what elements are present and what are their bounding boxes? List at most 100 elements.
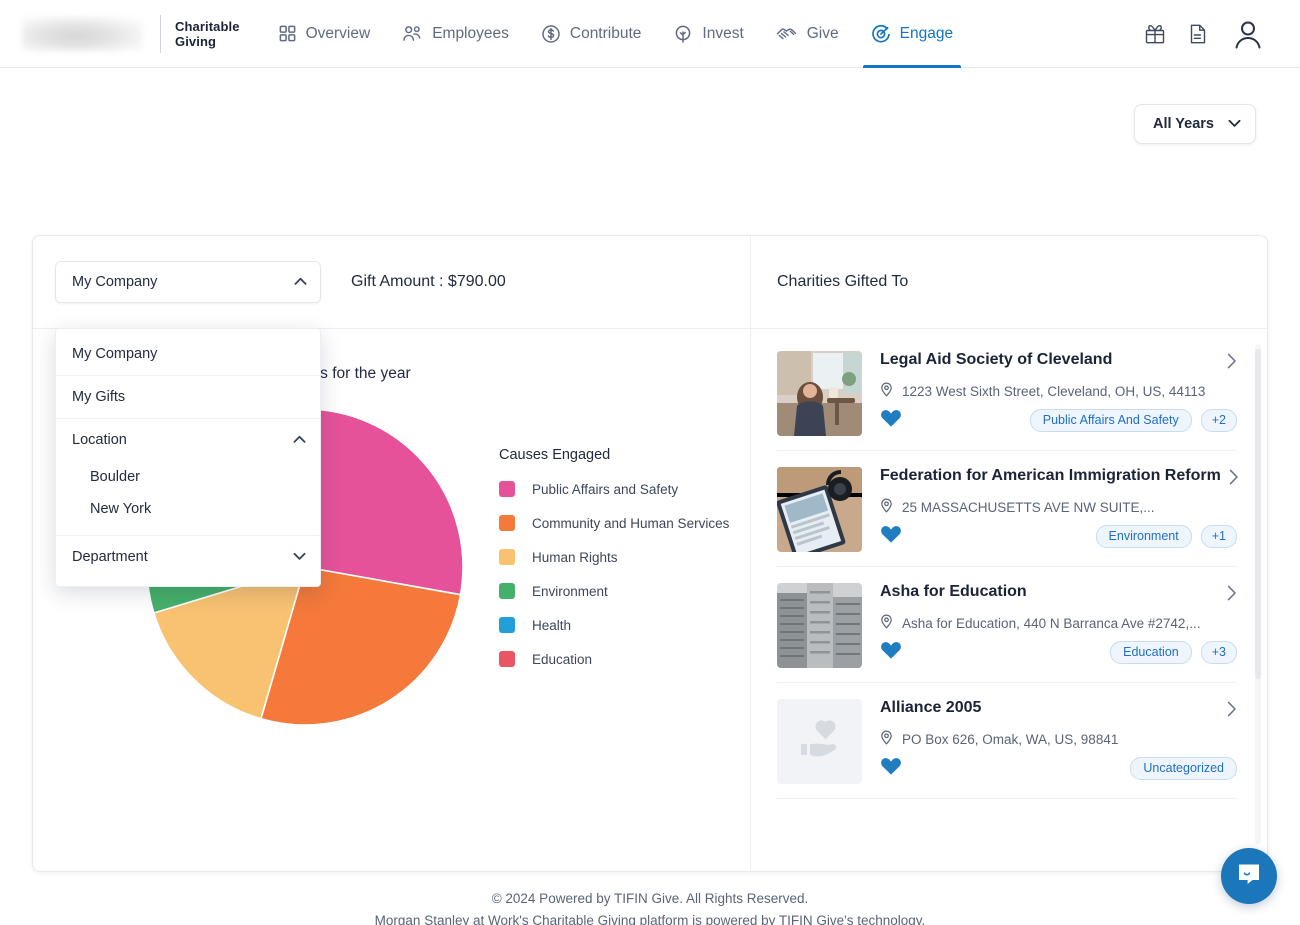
charity-tag-more[interactable]: +2 xyxy=(1200,409,1237,432)
document-icon[interactable] xyxy=(1188,23,1208,45)
charity-list-item[interactable]: Asha for Education Asha for Education, 4… xyxy=(777,583,1237,683)
legend-swatch xyxy=(499,549,515,565)
legend-item: Human Rights xyxy=(499,549,729,565)
legend-swatch xyxy=(499,617,515,633)
charity-tag-more[interactable]: +3 xyxy=(1200,641,1237,664)
charity-address: 1223 West Sixth Street, Cleveland, OH, U… xyxy=(902,383,1206,399)
charity-address: PO Box 626, Omak, WA, US, 98841 xyxy=(902,731,1119,747)
page-body: All Years My Company Gift Amount: $790.… xyxy=(0,68,1300,925)
legend-item: Environment xyxy=(499,583,729,599)
chat-bubble-icon xyxy=(1235,860,1263,893)
handshake-icon xyxy=(776,25,798,43)
charities-scroll-area[interactable]: Legal Aid Society of Cleveland 1223 West… xyxy=(751,329,1267,871)
chevron-right-icon[interactable] xyxy=(1227,583,1237,606)
charity-tags: Uncategorized xyxy=(1130,757,1237,780)
scope-filter-value: My Company xyxy=(72,274,158,290)
charity-list-item[interactable]: Alliance 2005 PO Box 626, Omak, WA, US, … xyxy=(777,699,1237,799)
scope-filter-select[interactable]: My Company xyxy=(55,261,321,303)
charity-thumbnail-placeholder xyxy=(777,699,862,784)
menu-item-my-gifts[interactable]: My Gifts xyxy=(56,376,320,419)
legend-swatch xyxy=(499,583,515,599)
gift-icon[interactable] xyxy=(1144,23,1166,45)
gift-amount-label: Gift Amount : $790.00 xyxy=(351,273,506,290)
scrollbar-thumb[interactable] xyxy=(1255,349,1261,679)
scope-filter: My Company xyxy=(55,261,321,303)
charity-tag[interactable]: Public Affairs And Safety xyxy=(1029,409,1192,432)
tree-icon xyxy=(673,24,693,44)
chat-launcher-button[interactable] xyxy=(1221,848,1277,904)
legend-item: Community and Human Services xyxy=(499,515,729,531)
year-filter-value: All Years xyxy=(1152,116,1214,132)
brand: Charitable Giving xyxy=(22,11,240,57)
charity-name: Legal Aid Society of Cleveland xyxy=(880,351,1113,368)
chevron-up-icon xyxy=(293,432,306,448)
nav-item-contribute[interactable]: Contribute xyxy=(525,0,658,68)
charity-tag[interactable]: Education xyxy=(1110,641,1192,664)
menu-group-label: Location xyxy=(72,432,127,448)
charity-tags: Environment +1 xyxy=(1095,525,1237,548)
engagement-card: My Company Gift Amount : $790.00 distrib… xyxy=(32,235,1268,872)
menu-item-my-company[interactable]: My Company xyxy=(56,333,320,376)
charity-details: Federation for American Immigration Refo… xyxy=(880,467,1239,552)
chevron-right-icon[interactable] xyxy=(1229,467,1239,490)
legend-label: Education xyxy=(532,651,593,667)
people-icon xyxy=(402,24,423,43)
heart-filled-icon[interactable] xyxy=(880,524,902,549)
menu-group-location[interactable]: Location xyxy=(56,419,320,461)
heart-filled-icon[interactable] xyxy=(880,756,902,781)
panel-header-right: Charities Gifted To xyxy=(751,236,1267,329)
charity-address-row: 25 MASSACHUSETTS AVE NW SUITE,... xyxy=(880,498,1237,516)
nav-item-employees[interactable]: Employees xyxy=(386,0,525,68)
chevron-down-icon xyxy=(293,549,306,565)
legend-item: Education xyxy=(499,651,729,667)
charity-tags: Public Affairs And Safety +2 xyxy=(1029,409,1237,432)
menu-group-department[interactable]: Department xyxy=(56,536,320,578)
location-pin-icon xyxy=(880,614,893,632)
charity-thumbnail xyxy=(777,467,862,552)
heart-filled-icon[interactable] xyxy=(880,640,902,665)
legend-label: Public Affairs and Safety xyxy=(532,481,679,497)
charity-list-item[interactable]: Federation for American Immigration Refo… xyxy=(777,467,1239,567)
charity-tag[interactable]: Environment xyxy=(1095,525,1192,548)
heart-filled-icon[interactable] xyxy=(880,408,902,433)
nav-item-engage[interactable]: Engage xyxy=(855,0,969,68)
toolbar: All Years xyxy=(0,68,1300,144)
nav-item-give[interactable]: Give xyxy=(760,0,855,68)
charity-thumbnail xyxy=(777,351,862,436)
menu-item-new-york[interactable]: New York xyxy=(56,493,320,525)
pie-slice[interactable] xyxy=(304,408,464,596)
gift-distribution-panel: My Company Gift Amount : $790.00 distrib… xyxy=(33,236,751,871)
charity-list-item[interactable]: Legal Aid Society of Cleveland 1223 West… xyxy=(777,351,1237,451)
chevron-up-icon xyxy=(294,274,307,290)
charity-tag-more[interactable]: +1 xyxy=(1200,525,1237,548)
legend-item: Public Affairs and Safety xyxy=(499,481,729,497)
charities-header: Charities Gifted To xyxy=(777,273,909,290)
nav-item-overview[interactable]: Overview xyxy=(262,0,387,68)
charity-tag[interactable]: Uncategorized xyxy=(1130,757,1237,780)
location-pin-icon xyxy=(880,498,893,516)
nav-label: Give xyxy=(806,24,839,42)
location-pin-icon xyxy=(880,730,893,748)
year-filter-select[interactable]: All Years xyxy=(1133,104,1256,144)
charity-address-row: PO Box 626, Omak, WA, US, 98841 xyxy=(880,730,1237,748)
main-nav: Overview Employees Contribute Invest Giv… xyxy=(262,0,970,68)
scope-filter-menu: My Company My Gifts Location Boulder New… xyxy=(55,328,321,587)
legend-label: Human Rights xyxy=(532,549,618,565)
legend-item: Health xyxy=(499,617,729,633)
chevron-right-icon[interactable] xyxy=(1227,351,1237,374)
nav-item-invest[interactable]: Invest xyxy=(657,0,759,68)
brand-divider xyxy=(160,14,161,53)
charity-thumbnail xyxy=(777,583,862,668)
hand-heart-icon xyxy=(796,718,844,765)
legend-label: Environment xyxy=(532,583,608,599)
legend-label: Community and Human Services xyxy=(532,515,730,531)
location-pin-icon xyxy=(880,382,893,400)
legend-label: Health xyxy=(532,617,572,633)
chevron-right-icon[interactable] xyxy=(1227,699,1237,722)
menu-item-boulder[interactable]: Boulder xyxy=(56,461,320,493)
charity-address: 25 MASSACHUSETTS AVE NW SUITE,... xyxy=(902,499,1155,515)
account-avatar-icon[interactable] xyxy=(1230,16,1266,52)
menu-item-label: My Gifts xyxy=(72,389,126,405)
legend-swatch xyxy=(499,515,515,531)
company-logo-redacted xyxy=(22,16,142,51)
